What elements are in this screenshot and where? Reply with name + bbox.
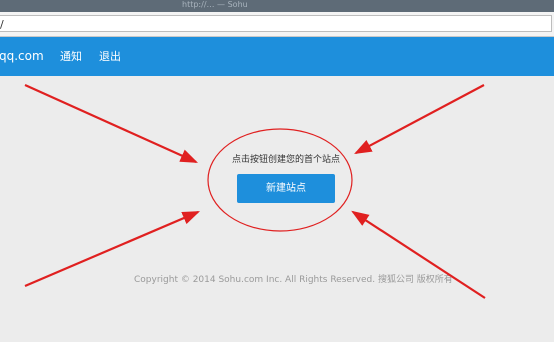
arrow-top-right bbox=[354, 84, 485, 155]
account-label[interactable]: qq.com bbox=[0, 37, 44, 76]
arrow-bottom-right bbox=[351, 210, 486, 299]
notify-link[interactable]: 通知 bbox=[60, 37, 82, 76]
top-nav: qq.com 通知 退出 bbox=[0, 37, 554, 76]
arrow-top-left bbox=[24, 83, 199, 164]
copyright-text: Copyright © 2014 Sohu.com Inc. All Right… bbox=[134, 275, 453, 285]
new-site-button[interactable]: 新建站点 bbox=[237, 174, 335, 203]
browser-title-text: http://… — Sohu bbox=[182, 0, 248, 9]
address-input[interactable]: / bbox=[0, 15, 552, 32]
empty-state-prompt: 点击按钮创建您的首个站点 bbox=[231, 155, 340, 165]
logout-link[interactable]: 退出 bbox=[99, 37, 121, 76]
browser-title-bar: http://… — Sohu bbox=[0, 0, 554, 12]
url-bar: / bbox=[0, 12, 554, 37]
